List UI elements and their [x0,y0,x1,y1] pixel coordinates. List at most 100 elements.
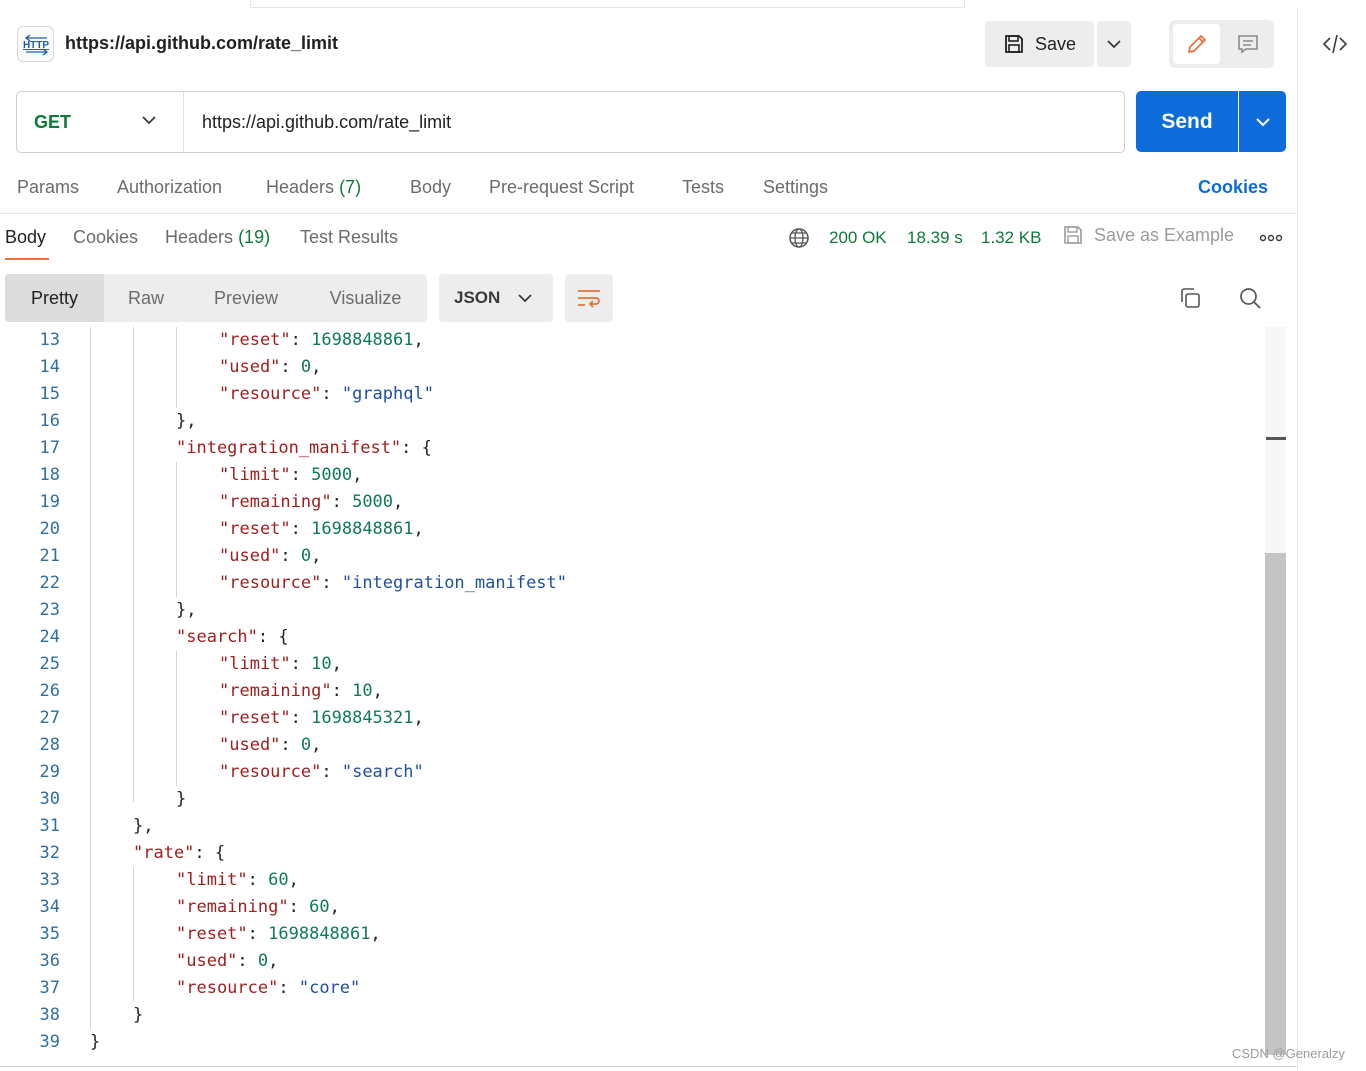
code-text: "integration_manifest": { [176,438,432,458]
code-text: }, [176,600,197,620]
watermark: CSDN @Generalzy [1232,1046,1345,1061]
url-separator [183,92,184,152]
tab-headers-label: Headers [266,177,335,197]
code-text: "reset": 1698848861, [176,924,381,944]
code-text: "resource": "integration_manifest" [219,573,568,593]
scrollbar-thumb[interactable] [1265,553,1286,1055]
code-text: "rate": { [133,843,226,863]
line-number: 35 [39,924,60,944]
line-number: 27 [39,708,60,728]
code-text: "limit": 10, [219,654,342,674]
line-number: 22 [39,573,60,593]
code-text: "resource": "graphql" [219,384,434,404]
request-workspace: HTTP https://api.github.com/rate_limit S… [0,0,1297,1071]
code-text: } [176,789,187,809]
wrap-lines-icon [578,290,600,308]
code-line: 38} [0,1002,1265,1029]
line-number: 32 [39,843,60,863]
tab-prerequest-script[interactable]: Pre-request Script [489,177,634,198]
line-number: 33 [39,870,60,890]
code-text: "limit": 5000, [219,465,363,485]
send-options-button[interactable] [1239,91,1286,152]
code-text: "remaining": 10, [219,681,383,701]
code-text: "remaining": 5000, [219,492,404,512]
line-number: 30 [39,789,60,809]
code-line: 30} [0,786,1265,813]
code-line: 26 "remaining": 10, [0,678,1265,705]
response-tab-headers[interactable]: Headers (19) [165,227,270,248]
code-text: "used": 0, [219,735,322,755]
tab-settings[interactable]: Settings [763,177,828,198]
response-tab-test-results[interactable]: Test Results [300,227,398,248]
code-text: "reset": 1698848861, [219,519,424,539]
tab-tests[interactable]: Tests [682,177,724,198]
right-sidebar [1297,8,1366,1071]
chevron-down-icon [518,294,532,303]
send-button[interactable]: Send [1136,91,1238,152]
bottom-border [0,1066,1297,1067]
response-tab-cookies[interactable]: Cookies [73,227,138,248]
code-line: 32 "rate": { [0,840,1265,867]
search-icon[interactable] [1238,286,1262,310]
copy-icon[interactable] [1178,286,1202,310]
cookies-link[interactable]: Cookies [1198,177,1268,198]
format-preview[interactable]: Preview [188,274,304,322]
headers-count: (7) [339,177,362,197]
method-select[interactable]: GET [34,112,71,133]
format-raw[interactable]: Raw [104,274,188,322]
code-line: 35 "reset": 1698848861, [0,921,1265,948]
save-as-example-button[interactable]: Save as Example [1062,224,1234,246]
comment-mode-button[interactable] [1224,24,1271,64]
pencil-icon [1187,35,1206,53]
response-tab-body[interactable]: Body [5,227,46,248]
code-line: 24 "search": { [0,624,1265,651]
tab-headers[interactable]: Headers (7) [266,177,361,198]
code-text: "limit": 60, [176,870,299,890]
code-line: 17 "integration_manifest": { [0,435,1265,462]
code-text: "resource": "search" [219,762,424,782]
code-line: 18 "limit": 5000, [0,462,1265,489]
save-options-button[interactable] [1097,21,1131,67]
line-number: 24 [39,627,60,647]
format-visualize[interactable]: Visualize [304,274,427,322]
language-select[interactable]: JSON [439,274,553,322]
format-pretty[interactable]: Pretty [5,274,104,322]
response-tab-headers-label: Headers [165,227,234,247]
url-input[interactable]: https://api.github.com/rate_limit [202,112,451,133]
chevron-down-icon[interactable] [141,114,157,126]
code-line: 39} [0,1029,1265,1055]
line-number: 37 [39,978,60,998]
code-line: 23}, [0,597,1265,624]
code-line: 31}, [0,813,1265,840]
wrap-lines-button[interactable] [565,274,613,322]
response-time[interactable]: 18.39 s [907,228,963,248]
svg-text:HTTP: HTTP [23,40,49,51]
code-line: 13 "reset": 1698848861, [0,327,1265,354]
line-number: 17 [39,438,60,458]
tab-params[interactable]: Params [17,177,79,198]
line-number: 26 [39,681,60,701]
line-number: 25 [39,654,60,674]
line-number: 16 [39,411,60,431]
globe-icon[interactable] [788,227,810,249]
edit-mode-button[interactable] [1173,24,1220,64]
code-line: 20 "reset": 1698848861, [0,516,1265,543]
code-line: 37 "resource": "core" [0,975,1265,1002]
line-number: 21 [39,546,60,566]
tab-body[interactable]: Body [410,177,451,198]
response-body-editor[interactable]: 13 "reset": 1698848861, 14 "used": 0, 15 "res… [0,327,1265,1055]
line-number: 18 [39,465,60,485]
save-icon [1064,226,1082,244]
request-title[interactable]: https://api.github.com/rate_limit [65,33,338,54]
language-label: JSON [454,288,501,307]
code-line: 15 "resource": "graphql" [0,381,1265,408]
line-number: 14 [39,357,60,377]
line-number: 31 [39,816,60,836]
code-line: 27 "reset": 1698845321, [0,705,1265,732]
response-size[interactable]: 1.32 KB [981,228,1042,248]
save-button[interactable]: Save [985,21,1094,67]
code-snippet-icon[interactable] [1322,32,1348,56]
tab-authorization[interactable]: Authorization [117,177,222,198]
status-code[interactable]: 200 OK [829,228,887,248]
more-options-icon[interactable] [1259,233,1283,243]
